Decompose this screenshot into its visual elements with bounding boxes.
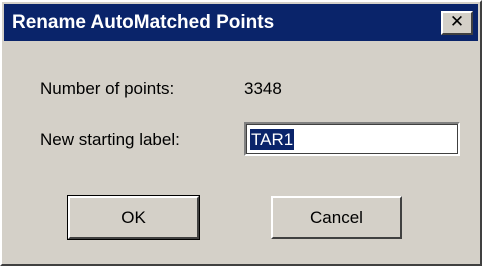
cancel-button[interactable]: Cancel (271, 196, 402, 239)
close-icon: ✕ (449, 12, 465, 32)
title-bar[interactable]: Rename AutoMatched Points ✕ (4, 4, 478, 41)
starting-label-value: TAR1 (250, 129, 295, 150)
ok-button[interactable]: OK (67, 195, 200, 240)
dialog-title: Rename AutoMatched Points (12, 12, 275, 33)
starting-label-input[interactable]: TAR1 (244, 122, 460, 156)
starting-label-label: New starting label: (40, 130, 180, 149)
rename-dialog: Rename AutoMatched Points ✕ Number of po… (0, 0, 482, 266)
points-count-label: Number of points: (40, 79, 175, 98)
close-button[interactable]: ✕ (441, 11, 473, 35)
points-count-value: 3348 (244, 79, 282, 98)
